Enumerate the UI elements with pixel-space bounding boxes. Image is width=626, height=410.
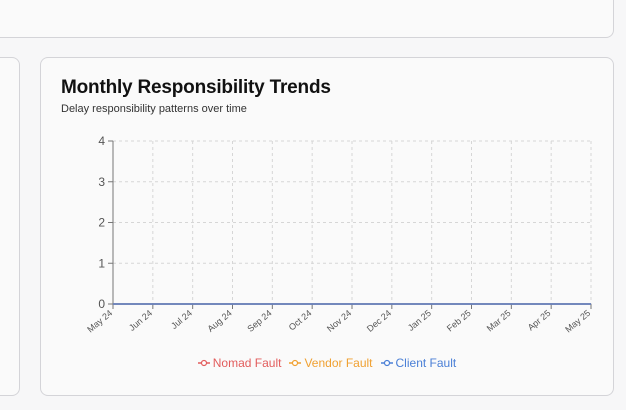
- top-card: [0, 0, 614, 38]
- left-card: [0, 57, 20, 396]
- legend-item[interactable]: Nomad Fault: [197, 356, 282, 370]
- x-tick-label: Nov 24: [325, 308, 353, 334]
- chart-legend: Nomad Fault Vendor Fault Client Fault: [41, 356, 613, 370]
- x-tick-label: Mar 25: [485, 308, 513, 334]
- x-tick-label: Feb 25: [445, 308, 473, 334]
- legend-line-icon: [289, 359, 302, 367]
- x-tick-label: Jun 24: [127, 308, 154, 333]
- line-chart: 0 1 2 3 4 May 24 Jun 24 Jul 24 Aug 24 Sep 24 Oct 2…: [85, 134, 592, 335]
- legend-label: Client Fault: [395, 356, 457, 370]
- y-tick-label: 2: [98, 216, 105, 230]
- chart-card: Monthly Responsibility Trends Delay resp…: [40, 57, 614, 396]
- legend-line-icon: [197, 359, 210, 367]
- y-tick-label: 4: [98, 134, 105, 148]
- x-tick-label: Oct 24: [287, 308, 314, 333]
- x-tick-label: May 25: [563, 308, 592, 335]
- legend-item[interactable]: Client Fault: [380, 356, 457, 370]
- x-tick-label: Jan 25: [406, 308, 433, 333]
- legend-item[interactable]: Vendor Fault: [289, 356, 373, 370]
- y-tick-label: 3: [98, 175, 105, 189]
- x-tick-label: Dec 24: [365, 308, 393, 334]
- legend-label: Nomad Fault: [212, 356, 282, 370]
- x-tick-label: May 24: [85, 308, 114, 335]
- x-tick-label: Sep 24: [245, 308, 273, 334]
- legend-line-icon: [380, 359, 393, 367]
- x-tick-label: Apr 25: [526, 308, 553, 333]
- legend-label: Vendor Fault: [304, 356, 373, 370]
- x-tick-label: Jul 24: [169, 308, 194, 331]
- x-tick-label: Aug 24: [206, 308, 234, 334]
- y-tick-label: 1: [98, 256, 105, 270]
- y-tick-label: 0: [98, 297, 105, 311]
